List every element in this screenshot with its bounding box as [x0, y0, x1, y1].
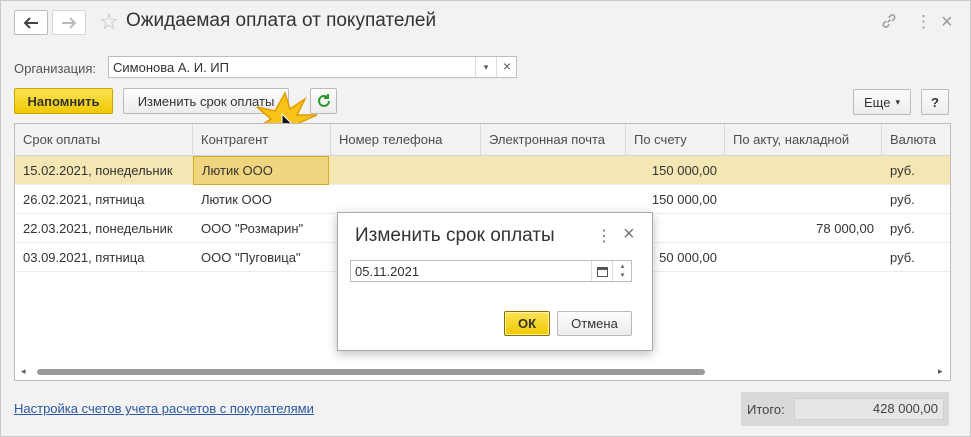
settings-link[interactable]: Настройка счетов учета расчетов с покупа…	[14, 401, 314, 416]
email-cell	[481, 156, 626, 185]
partner-cell: ООО "Розмарин"	[201, 221, 304, 236]
act-cell	[725, 185, 882, 214]
invoice-cell: 150 000,00	[651, 163, 717, 178]
more-button[interactable]: Еще ▾	[853, 89, 911, 115]
link-icon[interactable]	[881, 13, 897, 34]
currency-cell: руб.	[890, 163, 915, 178]
main-window: ☆ Ожидаемая оплата от покупателей ⋮ × Ор…	[0, 0, 971, 437]
close-icon[interactable]: ×	[941, 11, 953, 34]
partner-cell: Лютик ООО	[201, 192, 272, 207]
horizontal-scrollbar[interactable]: ◂ ▸	[15, 364, 950, 378]
currency-cell: руб.	[890, 221, 915, 236]
org-field[interactable]: Симонова А. И. ИП ▾ ×	[108, 56, 517, 78]
total-value: 428 000,00	[794, 398, 944, 420]
page-title: Ожидаемая оплата от покупателей	[126, 10, 437, 31]
more-vert-icon[interactable]: ⋮	[596, 226, 612, 246]
back-button[interactable]	[14, 10, 48, 35]
stepper-down-icon[interactable]: ▾	[613, 271, 632, 280]
date-stepper[interactable]: ▴ ▾	[612, 261, 632, 281]
arrow-left-icon	[23, 16, 38, 29]
chevron-down-icon: ▾	[895, 96, 900, 107]
scroll-right-icon[interactable]: ▸	[938, 366, 943, 377]
partner-cell: Лютик ООО	[193, 156, 329, 185]
dialog-title: Изменить срок оплаты	[355, 225, 555, 246]
close-icon[interactable]: ×	[623, 223, 635, 246]
email-cell	[481, 185, 626, 214]
due-cell: 26.02.2021, пятница	[23, 192, 145, 207]
phone-cell	[331, 156, 481, 185]
calendar-icon	[596, 266, 608, 277]
more-label: Еще	[864, 94, 891, 110]
org-clear-icon[interactable]: ×	[496, 57, 517, 77]
change-due-date-dialog: Изменить срок оплаты ⋮ × 05.11.2021 ▴ ▾ …	[337, 212, 653, 351]
column-header[interactable]: По акту, накладной	[725, 124, 882, 156]
table-header: Срок оплаты Контрагент Номер телефона Эл…	[15, 124, 950, 156]
forward-button[interactable]	[52, 10, 86, 35]
column-header[interactable]: Срок оплаты	[15, 124, 193, 156]
date-value: 05.11.2021	[355, 264, 420, 279]
partner-cell: ООО "Пуговица"	[201, 250, 301, 265]
column-header[interactable]: Валюта	[882, 124, 950, 156]
phone-cell	[331, 185, 481, 214]
org-value: Симонова А. И. ИП	[113, 60, 229, 75]
total-label: Итого:	[747, 402, 785, 417]
act-cell	[725, 243, 882, 272]
act-cell: 78 000,00	[816, 221, 874, 236]
ok-button[interactable]: ОК	[504, 311, 550, 336]
cancel-button[interactable]: Отмена	[557, 311, 632, 336]
date-input[interactable]: 05.11.2021 ▴ ▾	[350, 260, 632, 282]
column-header[interactable]: Номер телефона	[331, 124, 481, 156]
currency-cell: руб.	[890, 192, 915, 207]
remind-button[interactable]: Напомнить	[14, 88, 113, 114]
org-label: Организация:	[14, 61, 97, 76]
scroll-left-icon[interactable]: ◂	[21, 366, 26, 377]
arrow-right-icon	[62, 16, 77, 29]
due-cell: 03.09.2021, пятница	[23, 250, 145, 265]
column-header[interactable]: Контрагент	[193, 124, 331, 156]
currency-cell: руб.	[890, 250, 915, 265]
due-cell: 15.02.2021, понедельник	[23, 163, 173, 178]
help-button[interactable]: ?	[921, 89, 949, 115]
scrollbar-thumb[interactable]	[37, 369, 705, 375]
column-header[interactable]: Электронная почта	[481, 124, 626, 156]
invoice-cell: 150 000,00	[651, 192, 717, 207]
table-row[interactable]: 26.02.2021, пятница Лютик ООО 150 000,00…	[15, 185, 950, 214]
favorite-star-icon[interactable]: ☆	[99, 9, 119, 35]
total-panel: Итого: 428 000,00	[741, 392, 949, 426]
calendar-button[interactable]	[591, 261, 612, 281]
more-vert-icon[interactable]: ⋮	[915, 12, 932, 32]
stepper-up-icon[interactable]: ▴	[613, 262, 632, 271]
due-cell: 22.03.2021, понедельник	[23, 221, 173, 236]
org-dropdown-icon[interactable]: ▾	[475, 57, 496, 77]
table-row[interactable]: 15.02.2021, понедельник Лютик ООО 150 00…	[15, 156, 950, 185]
column-header[interactable]: По счету	[626, 124, 725, 156]
act-cell	[725, 156, 882, 185]
